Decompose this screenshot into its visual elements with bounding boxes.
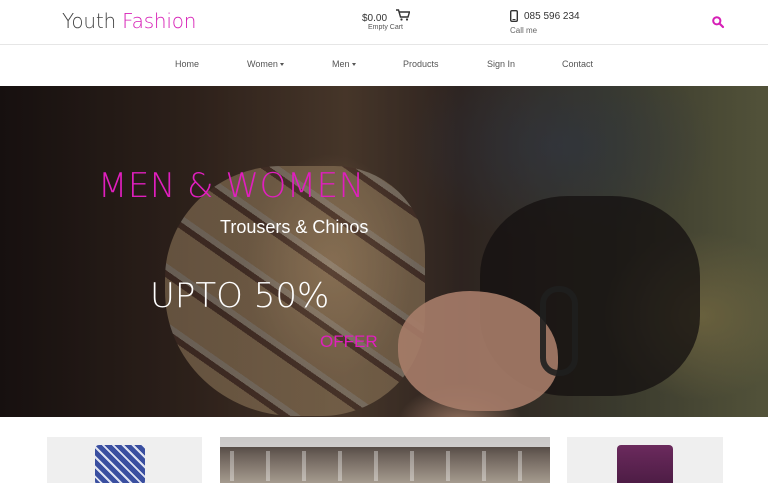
- nav-item-label: Sign In: [487, 59, 516, 69]
- nav-item-sign-in[interactable]: Sign In: [487, 59, 515, 69]
- hero-title: MEN & WOMEN: [98, 166, 365, 206]
- logo-text-primary: Youth: [62, 9, 116, 33]
- promo-image-ceiling: [220, 437, 550, 447]
- nav-item-contact[interactable]: Contact: [562, 59, 593, 69]
- site-logo[interactable]: Youth Fashion: [62, 9, 196, 33]
- cart-icon: [396, 9, 410, 21]
- phone-label: Call me: [510, 26, 538, 35]
- nav-item-label: Men: [332, 59, 350, 69]
- cart-widget[interactable]: $0.00 Empty Cart: [362, 8, 432, 31]
- hero-offer-label: OFFER: [320, 332, 378, 351]
- nav-item-home[interactable]: Home: [175, 59, 199, 69]
- promo-card-mall[interactable]: [220, 437, 550, 483]
- hero-overlay: [0, 86, 768, 417]
- hero-offer-percent: UPTO 50%: [150, 276, 330, 316]
- phone-number: 085 596 234: [524, 11, 580, 22]
- search-icon[interactable]: [711, 15, 725, 29]
- site-header: Youth Fashion $0.00 Empty Cart 085 596 2…: [0, 0, 768, 45]
- nav-item-label: Contact: [562, 59, 594, 69]
- nav-item-men[interactable]: Men: [332, 59, 356, 69]
- product-image-pants: [617, 445, 673, 483]
- nav-item-label: Home: [175, 59, 200, 69]
- main-nav: Home Women Men Products Sign In Contact: [0, 46, 768, 86]
- cart-amount: $0.00: [362, 13, 388, 24]
- cart-label: Empty Cart: [368, 24, 404, 31]
- product-image-shorts: [95, 445, 145, 483]
- chevron-down-icon: [351, 63, 356, 67]
- nav-item-label: Women: [247, 59, 278, 69]
- logo-text-accent: Fashion: [122, 9, 197, 33]
- product-card-pants[interactable]: [567, 437, 723, 483]
- nav-item-women[interactable]: Women: [247, 59, 284, 69]
- nav-item-label: Products: [403, 59, 439, 69]
- chevron-down-icon: [279, 63, 284, 67]
- product-card-shorts[interactable]: [47, 437, 202, 483]
- phone-icon: [510, 10, 518, 22]
- promo-image-mall: [230, 451, 540, 481]
- hero-subtitle: Trousers & Chinos: [220, 217, 369, 237]
- nav-item-products[interactable]: Products: [403, 59, 439, 69]
- hero-banner[interactable]: MEN & WOMEN Trousers & Chinos UPTO 50% O…: [0, 86, 768, 417]
